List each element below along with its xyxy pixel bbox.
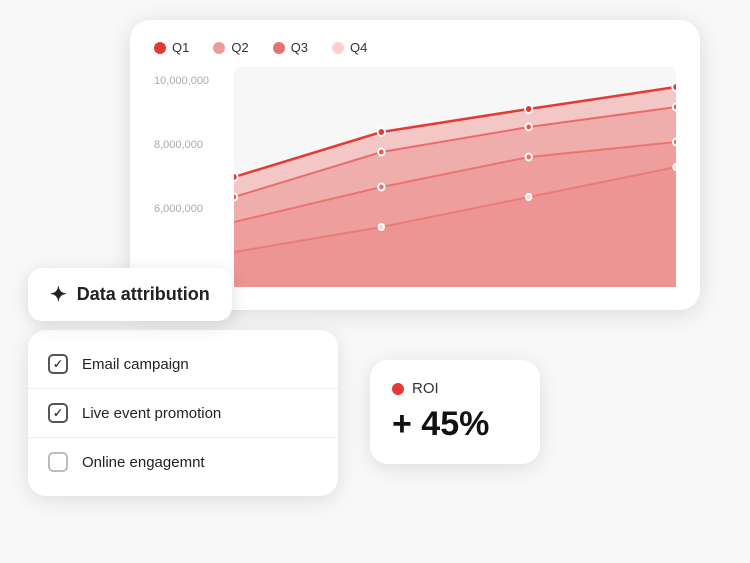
checklist-label-1: Email campaign (82, 356, 189, 373)
chart-legend: Q1 Q2 Q3 Q4 (154, 40, 676, 55)
checkbox-1[interactable]: ✓ (48, 354, 68, 374)
roi-card: ROI + 45% (370, 360, 540, 464)
chart-card: Q1 Q2 Q3 Q4 10,000,000 8,000,000 6,000,0… (130, 20, 700, 310)
checklist-item-3: Online engagemnt (28, 437, 338, 486)
checkbox-2[interactable]: ✓ (48, 403, 68, 423)
legend-dot-q3 (273, 42, 285, 54)
checkmark-2: ✓ (53, 406, 63, 420)
chart-svg (234, 67, 676, 287)
attribution-label: Data attribution (77, 284, 210, 305)
checklist-item-2: ✓ Live event promotion (28, 388, 338, 437)
roi-header: ROI (392, 380, 518, 397)
legend-label-q1: Q1 (172, 40, 189, 55)
checklist-item-1: ✓ Email campaign (28, 340, 338, 388)
legend-q1: Q1 (154, 40, 189, 55)
scene: Q1 Q2 Q3 Q4 10,000,000 8,000,000 6,000,0… (0, 0, 750, 563)
y-label-2: 8,000,000 (154, 139, 209, 151)
legend-label-q2: Q2 (231, 40, 248, 55)
y-label-1: 10,000,000 (154, 75, 209, 87)
roi-value: + 45% (392, 405, 518, 444)
checklist-label-2: Live event promotion (82, 405, 221, 422)
checklist-card: ✓ Email campaign ✓ Live event promotion … (28, 330, 338, 496)
legend-dot-q1 (154, 42, 166, 54)
roi-label: ROI (412, 380, 439, 397)
checkbox-3[interactable] (48, 452, 68, 472)
legend-q4: Q4 (332, 40, 367, 55)
legend-q2: Q2 (213, 40, 248, 55)
checkmark-1: ✓ (53, 357, 63, 371)
legend-q3: Q3 (273, 40, 308, 55)
data-attribution-badge: ✦ Data attribution (28, 268, 232, 321)
legend-label-q4: Q4 (350, 40, 367, 55)
chart-area: 10,000,000 8,000,000 6,000,000 4,000,000 (154, 67, 676, 287)
chart-y-labels: 10,000,000 8,000,000 6,000,000 4,000,000 (154, 67, 209, 287)
roi-dot (392, 383, 404, 395)
legend-dot-q2 (213, 42, 225, 54)
y-label-3: 6,000,000 (154, 203, 209, 215)
legend-dot-q4 (332, 42, 344, 54)
checklist-label-3: Online engagemnt (82, 454, 205, 471)
legend-label-q3: Q3 (291, 40, 308, 55)
attribution-icon: ✦ (50, 282, 67, 307)
